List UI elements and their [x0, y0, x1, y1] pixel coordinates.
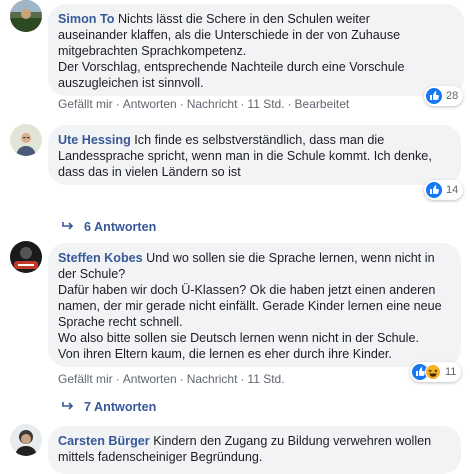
comment-author[interactable]: Simon To	[58, 12, 114, 26]
comment-author[interactable]: Ute Hessing	[58, 133, 131, 147]
comment-author[interactable]: Carsten Bürger	[58, 434, 150, 448]
comment-text: Und wo sollen sie die Sprache lernen, we…	[146, 251, 435, 265]
comment-text: Von ihren Eltern kaum, die lernen es ehe…	[58, 347, 392, 361]
reply-arrow-icon	[62, 400, 74, 414]
comment-actions: Gefällt mir · Antworten · Nachricht · 11 Std. ·…	[58, 97, 350, 111]
reply-arrow-icon	[62, 220, 74, 234]
comment-bubble: Carsten Bürger Kindern den Zugang zu Bil…	[48, 426, 461, 474]
replies-count[interactable]: 6 Antworten	[84, 220, 156, 234]
reaction-summary[interactable]: 28	[424, 86, 464, 106]
comment-bubble: Steffen Kobes Und wo sollen sie die Spra…	[48, 243, 461, 367]
message-link[interactable]: Nachricht	[187, 97, 238, 111]
haha-icon	[425, 364, 441, 380]
comment-text: Nichts lässt die Schere in den Schulen w…	[117, 12, 370, 26]
comment-author[interactable]: Steffen Kobes	[58, 251, 143, 265]
edited-label[interactable]: Bearbeitet	[295, 97, 350, 111]
comment-text: Sprache recht schnell.	[58, 315, 183, 329]
reply-link[interactable]: Antworten	[123, 372, 177, 386]
reaction-count: 28	[446, 90, 459, 102]
comment-text: Dafür haben wir doch Ü-Klassen? Ok die h…	[58, 283, 436, 297]
comment-text: namen, der mir gerade nicht einfällt. Ge…	[58, 299, 442, 313]
reaction-summary[interactable]: 11	[410, 362, 462, 382]
reaction-count: 14	[446, 184, 459, 196]
avatar[interactable]	[10, 124, 42, 156]
reaction-count: 11	[445, 366, 457, 378]
view-replies-link[interactable]: 7 Antworten	[62, 400, 156, 414]
like-link[interactable]: Gefällt mir	[58, 372, 113, 386]
timestamp[interactable]: 11 Std.	[247, 97, 284, 111]
comment-text: Wo also bitte sollen sie Deutsch lernen …	[58, 331, 419, 345]
comment-text: auseinander klaffen, als die Unterschied…	[58, 28, 401, 42]
comment-bubble: Simon To Nichts lässt die Schere in den …	[48, 4, 464, 96]
comment-text: Der Vorschlag, entsprechende Nachteile d…	[58, 60, 405, 74]
comment-text: dass das in vielen Ländern so ist	[58, 165, 241, 179]
comment-text: mitgebrachten Sprachkompetenz.	[58, 44, 247, 58]
message-link[interactable]: Nachricht	[187, 372, 238, 386]
comment-text: der Schule?	[58, 267, 126, 281]
view-replies-link[interactable]: 6 Antworten	[62, 220, 156, 234]
timestamp[interactable]: 11 Std.	[247, 372, 284, 386]
like-link[interactable]: Gefällt mir	[58, 97, 113, 111]
comment-text: Kindern den Zugang zu Bildung verwehren …	[153, 434, 432, 448]
reaction-summary[interactable]: 14	[424, 180, 464, 200]
avatar[interactable]	[10, 0, 42, 32]
avatar[interactable]	[10, 424, 42, 456]
avatar[interactable]	[10, 241, 42, 273]
comment-text: auszugleichen ist sinnvoll.	[58, 76, 204, 90]
comment-bubble: Ute Hessing Ich finde es selbstverständl…	[48, 125, 461, 185]
like-icon	[426, 182, 442, 198]
comment-text: Landessprache spricht, wenn man in die S…	[58, 149, 432, 163]
replies-count[interactable]: 7 Antworten	[84, 400, 156, 414]
comment-actions: Gefällt mir · Antworten · Nachricht · 11 Std.	[58, 372, 285, 386]
reply-link[interactable]: Antworten	[123, 97, 177, 111]
like-icon	[426, 88, 442, 104]
comment-text: Ich finde es selbstverständlich, dass ma…	[134, 133, 385, 147]
comment-text: mittels fadenscheiniger Begründung.	[58, 450, 263, 464]
